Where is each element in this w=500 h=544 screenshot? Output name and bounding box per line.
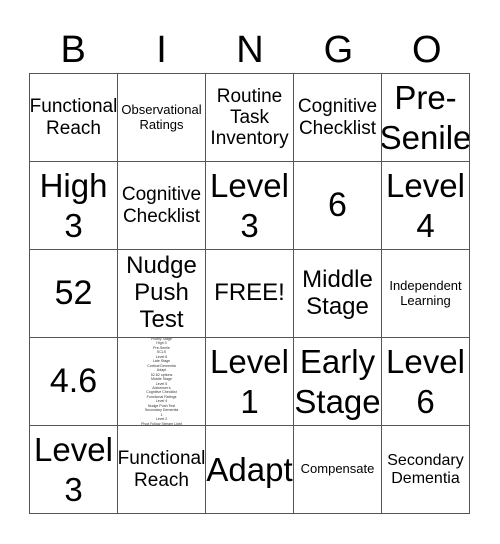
bingo-cell[interactable]: Cognitive Checklist [118, 162, 206, 250]
bingo-cell[interactable]: Secondary Dementia [382, 426, 470, 514]
bingo-cell[interactable]: Level 1 [206, 338, 294, 426]
bingo-cell[interactable]: 6 [294, 162, 382, 250]
bingo-cell[interactable]: Middle Stage [294, 250, 382, 338]
bingo-cell[interactable]: Functional Reach [118, 426, 206, 514]
header-letter-o: O [411, 29, 442, 71]
bingo-cell[interactable]: High 3 [30, 162, 118, 250]
bingo-grid: Functional Reach Observational Ratings R… [29, 73, 470, 514]
bingo-cell[interactable]: Cognitive Checklist [294, 74, 382, 162]
bingo-cell[interactable]: Routine Task Inventory [206, 74, 294, 162]
bingo-cell[interactable]: Pre-Senile [382, 74, 470, 162]
bingo-cell[interactable]: Level 3 [30, 426, 118, 514]
bingo-cell[interactable]: Adapt [206, 426, 294, 514]
header-letter-i: I [156, 29, 167, 71]
bingo-cell[interactable]: 52 [30, 250, 118, 338]
bingo-cell[interactable]: Independent Learning [382, 250, 470, 338]
bingo-header: B I N G O [29, 28, 471, 72]
bingo-cell[interactable]: Level 4 [382, 162, 470, 250]
bingo-cell[interactable]: Observational Ratings [118, 74, 206, 162]
bingo-cell[interactable]: 4.6 [30, 338, 118, 426]
bingo-cell-tiny-text[interactable]: Pillarly Stage High 3 Pre-Senile SCLS Level … [118, 338, 206, 426]
header-letter-b: B [60, 29, 86, 71]
tiny-text-list: Pillarly Stage High 3 Pre-Senile SCLS Level … [141, 338, 182, 425]
header-letter-g: G [323, 29, 354, 71]
bingo-cell[interactable]: Level 6 [382, 338, 470, 426]
free-space[interactable]: FREE! [206, 250, 294, 338]
bingo-cell[interactable]: Nudge Push Test [118, 250, 206, 338]
bingo-cell[interactable]: Level 3 [206, 162, 294, 250]
header-letter-n: N [236, 29, 264, 71]
bingo-cell[interactable]: Early Stage [294, 338, 382, 426]
bingo-cell[interactable]: Compensate [294, 426, 382, 514]
bingo-cell[interactable]: Functional Reach [30, 74, 118, 162]
